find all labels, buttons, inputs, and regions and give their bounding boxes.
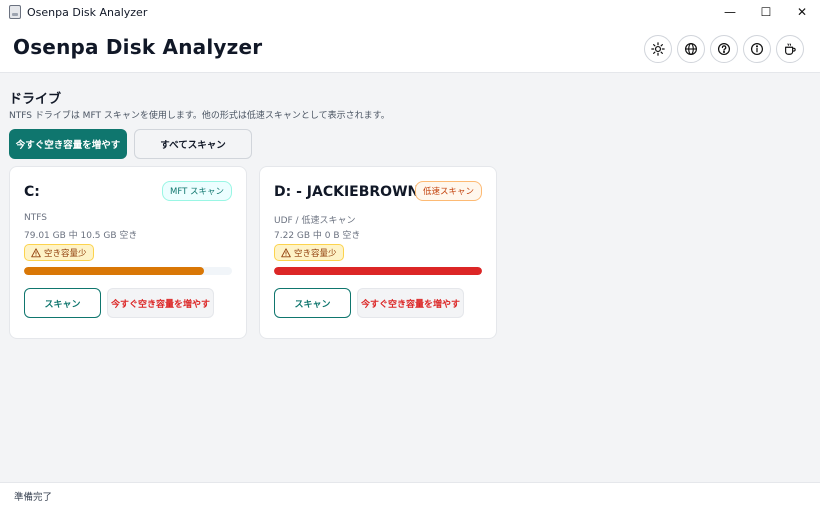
language-button[interactable] [677, 35, 705, 63]
coffee-icon [785, 43, 796, 55]
window-controls: — ☐ ✕ [712, 0, 820, 24]
help-button[interactable] [710, 35, 738, 63]
donate-button[interactable] [776, 35, 804, 63]
sun-icon [651, 42, 665, 56]
globe-icon [685, 43, 697, 55]
header-toolbar [644, 35, 804, 63]
usage-bar-fill [24, 267, 205, 275]
help-icon [717, 42, 731, 56]
status-text: 準備完了 [14, 492, 53, 503]
app-title: Osenpa Disk Analyzer [13, 35, 263, 59]
about-button[interactable] [743, 35, 771, 63]
drives-section-title: ドライブ [9, 92, 62, 107]
close-button[interactable]: ✕ [784, 0, 820, 24]
drive-filesystem: UDF / 低速スキャン [274, 216, 356, 226]
drive-card-d: D: - JACKIEBROWN 低速スキャン UDF / 低速スキャン 7.2… [259, 166, 497, 339]
warning-icon [281, 247, 291, 257]
scan-type-badge: 低速スキャン [414, 181, 482, 201]
drive-name: D: - JACKIEBROWN [274, 184, 420, 200]
scan-type-badge: MFT スキャン [162, 181, 232, 201]
maximize-button[interactable]: ☐ [748, 0, 784, 24]
drive-space: 79.01 GB 中 10.5 GB 空き [24, 231, 138, 241]
drive-filesystem: NTFS [24, 213, 47, 223]
free-space-button[interactable]: 今すぐ空き容量を増やす [107, 288, 214, 318]
low-space-label: 空き容量少 [44, 248, 87, 259]
minimize-button[interactable]: — [712, 0, 748, 24]
warning-icon [31, 247, 41, 257]
free-space-now-button[interactable]: 今すぐ空き容量を増やす [9, 129, 127, 159]
title-bar: Osenpa Disk Analyzer — ☐ ✕ [0, 0, 820, 24]
low-space-label: 空き容量少 [294, 248, 337, 259]
drive-space: 7.22 GB 中 0 B 空き [274, 231, 361, 241]
drive-card-c: C: MFT スキャン NTFS 79.01 GB 中 10.5 GB 空き 空… [9, 166, 247, 339]
free-space-button[interactable]: 今すぐ空き容量を増やす [357, 288, 464, 318]
status-bar: 準備完了 [0, 482, 820, 506]
scan-button[interactable]: スキャン [274, 288, 351, 318]
scan-button[interactable]: スキャン [24, 288, 101, 318]
low-space-badge: 空き容量少 [24, 244, 94, 261]
drives-section-description: NTFS ドライブは MFT スキャンを使用します。他の形式は低速スキャンとして… [9, 111, 390, 121]
info-icon [750, 42, 764, 56]
usage-bar [274, 267, 482, 275]
low-space-badge: 空き容量少 [274, 244, 344, 261]
theme-toggle-button[interactable] [644, 35, 672, 63]
scan-all-button[interactable]: すべてスキャン [134, 129, 252, 159]
app-disk-icon [9, 5, 21, 19]
usage-bar-fill [274, 267, 482, 275]
app-header: Osenpa Disk Analyzer [0, 24, 820, 73]
usage-bar [24, 267, 232, 275]
drive-name: C: [24, 184, 40, 200]
window-title: Osenpa Disk Analyzer [27, 5, 148, 19]
